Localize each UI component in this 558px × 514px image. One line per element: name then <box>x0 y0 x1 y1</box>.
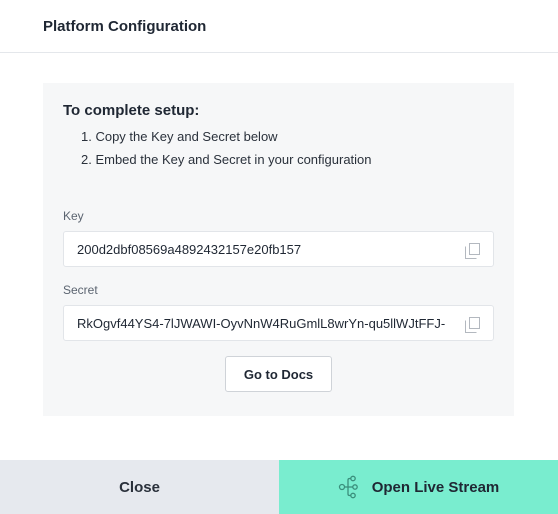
open-live-stream-label: Open Live Stream <box>371 478 500 496</box>
setup-step: 2. Embed the Key and Secret in your conf… <box>81 152 372 167</box>
key-label: Key <box>63 209 84 223</box>
key-value[interactable]: 200d2dbf08569a4892432157e20fb157 <box>77 242 301 257</box>
close-button[interactable]: Close <box>0 460 279 514</box>
platform-configuration-modal: Platform Configuration To complete setup… <box>0 0 558 514</box>
copy-icon[interactable] <box>465 317 480 333</box>
open-live-stream-button[interactable]: Open Live Stream <box>279 460 558 514</box>
setup-steps: 1. Copy the Key and Secret below 2. Embe… <box>81 129 372 175</box>
setup-step: 1. Copy the Key and Secret below <box>81 129 278 144</box>
close-button-label: Close <box>119 478 160 496</box>
setup-panel: To complete setup: 1. Copy the Key and S… <box>43 83 514 416</box>
live-stream-icon <box>338 475 358 499</box>
setup-heading: To complete setup: <box>63 102 200 119</box>
secret-field[interactable]: RkOgvf44YS4-7lJWAWI-OyvNnW4RuGmlL8wrYn-q… <box>63 305 494 341</box>
secret-label: Secret <box>63 283 98 297</box>
key-field[interactable]: 200d2dbf08569a4892432157e20fb157 <box>63 231 494 267</box>
secret-value[interactable]: RkOgvf44YS4-7lJWAWI-OyvNnW4RuGmlL8wrYn-q… <box>77 316 445 331</box>
go-to-docs-button[interactable]: Go to Docs <box>225 356 332 392</box>
copy-icon[interactable] <box>465 243 480 259</box>
modal-footer: Close Open Live Stream <box>0 460 558 514</box>
modal-header: Platform Configuration <box>0 0 558 53</box>
modal-title: Platform Configuration <box>43 17 207 35</box>
